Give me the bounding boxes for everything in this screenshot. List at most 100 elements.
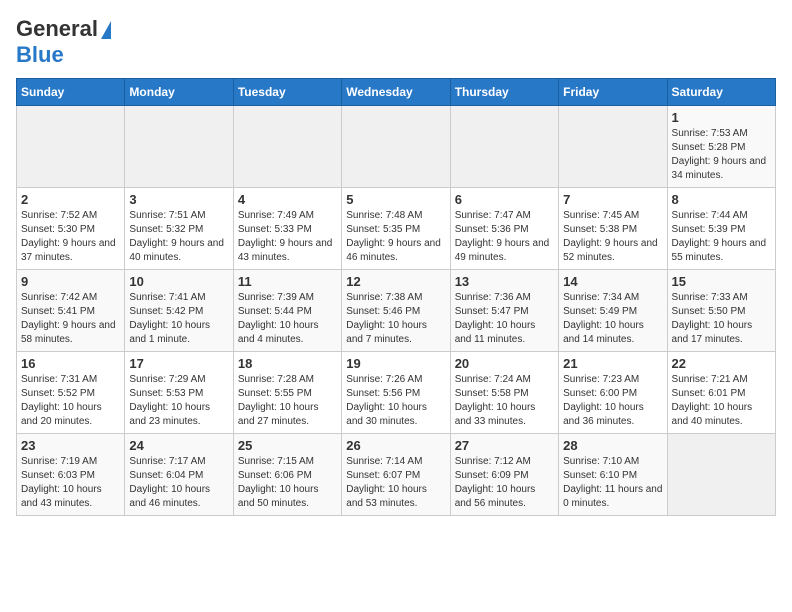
- calendar-day-cell: [125, 106, 233, 188]
- day-info: Sunrise: 7:33 AM Sunset: 5:50 PM Dayligh…: [672, 291, 771, 347]
- day-number: 24: [129, 438, 228, 453]
- calendar-day-cell: [233, 106, 341, 188]
- day-number: 5: [346, 192, 445, 207]
- weekday-header: Friday: [559, 79, 667, 106]
- calendar-day-cell: 3 Sunrise: 7:51 AM Sunset: 5:32 PM Daylig…: [125, 188, 233, 270]
- calendar-body: 1 Sunrise: 7:53 AM Sunset: 5:28 PM Daylig…: [17, 106, 776, 516]
- calendar-day-cell: 8 Sunrise: 7:44 AM Sunset: 5:39 PM Daylig…: [667, 188, 775, 270]
- calendar-day-cell: 15 Sunrise: 7:33 AM Sunset: 5:50 PM Dayli…: [667, 270, 775, 352]
- calendar-table: SundayMondayTuesdayWednesdayThursdayFrid…: [16, 78, 776, 516]
- day-info: Sunrise: 7:38 AM Sunset: 5:46 PM Dayligh…: [346, 291, 445, 347]
- day-info: Sunrise: 7:52 AM Sunset: 5:30 PM Dayligh…: [21, 209, 120, 265]
- calendar-day-cell: 6 Sunrise: 7:47 AM Sunset: 5:36 PM Daylig…: [450, 188, 558, 270]
- weekday-header: Thursday: [450, 79, 558, 106]
- page-header: General Blue: [16, 16, 776, 68]
- day-info: Sunrise: 7:47 AM Sunset: 5:36 PM Dayligh…: [455, 209, 554, 265]
- calendar-day-cell: 2Sunrise: 7:52 AM Sunset: 5:30 PM Daylig…: [17, 188, 125, 270]
- day-number: 17: [129, 356, 228, 371]
- day-info: Sunrise: 7:31 AM Sunset: 5:52 PM Dayligh…: [21, 373, 120, 429]
- calendar-day-cell: 14 Sunrise: 7:34 AM Sunset: 5:49 PM Dayli…: [559, 270, 667, 352]
- day-info: Sunrise: 7:14 AM Sunset: 6:07 PM Dayligh…: [346, 455, 445, 511]
- calendar-day-cell: 12 Sunrise: 7:38 AM Sunset: 5:46 PM Dayli…: [342, 270, 450, 352]
- calendar-week-row: 1 Sunrise: 7:53 AM Sunset: 5:28 PM Daylig…: [17, 106, 776, 188]
- calendar-day-cell: 4Sunrise: 7:49 AM Sunset: 5:33 PM Daylig…: [233, 188, 341, 270]
- calendar-day-cell: 5 Sunrise: 7:48 AM Sunset: 5:35 PM Daylig…: [342, 188, 450, 270]
- calendar-day-cell: 20 Sunrise: 7:24 AM Sunset: 5:58 PM Dayli…: [450, 352, 558, 434]
- calendar-day-cell: [667, 434, 775, 516]
- day-number: 1: [672, 110, 771, 125]
- calendar-day-cell: 17 Sunrise: 7:29 AM Sunset: 5:53 PM Dayli…: [125, 352, 233, 434]
- calendar-header: SundayMondayTuesdayWednesdayThursdayFrid…: [17, 79, 776, 106]
- logo: General Blue: [16, 16, 111, 68]
- day-number: 25: [238, 438, 337, 453]
- day-info: Sunrise: 7:53 AM Sunset: 5:28 PM Dayligh…: [672, 127, 771, 183]
- calendar-day-cell: 23Sunrise: 7:19 AM Sunset: 6:03 PM Dayli…: [17, 434, 125, 516]
- day-number: 21: [563, 356, 662, 371]
- day-info: Sunrise: 7:45 AM Sunset: 5:38 PM Dayligh…: [563, 209, 662, 265]
- day-info: Sunrise: 7:10 AM Sunset: 6:10 PM Dayligh…: [563, 455, 662, 511]
- day-info: Sunrise: 7:28 AM Sunset: 5:55 PM Dayligh…: [238, 373, 337, 429]
- day-info: Sunrise: 7:23 AM Sunset: 6:00 PM Dayligh…: [563, 373, 662, 429]
- calendar-day-cell: [17, 106, 125, 188]
- day-number: 22: [672, 356, 771, 371]
- calendar-day-cell: 26Sunrise: 7:14 AM Sunset: 6:07 PM Dayli…: [342, 434, 450, 516]
- day-info: Sunrise: 7:21 AM Sunset: 6:01 PM Dayligh…: [672, 373, 771, 429]
- logo-blue: Blue: [16, 42, 64, 67]
- day-number: 27: [455, 438, 554, 453]
- day-number: 20: [455, 356, 554, 371]
- calendar-day-cell: 19 Sunrise: 7:26 AM Sunset: 5:56 PM Dayli…: [342, 352, 450, 434]
- calendar-week-row: 23Sunrise: 7:19 AM Sunset: 6:03 PM Dayli…: [17, 434, 776, 516]
- day-number: 19: [346, 356, 445, 371]
- day-info: Sunrise: 7:19 AM Sunset: 6:03 PM Dayligh…: [21, 455, 120, 511]
- calendar-day-cell: 9 Sunrise: 7:42 AM Sunset: 5:41 PM Daylig…: [17, 270, 125, 352]
- weekday-header: Monday: [125, 79, 233, 106]
- day-info: Sunrise: 7:44 AM Sunset: 5:39 PM Dayligh…: [672, 209, 771, 265]
- day-number: 18: [238, 356, 337, 371]
- day-info: Sunrise: 7:42 AM Sunset: 5:41 PM Dayligh…: [21, 291, 120, 347]
- day-number: 14: [563, 274, 662, 289]
- calendar-day-cell: 28 Sunrise: 7:10 AM Sunset: 6:10 PM Dayli…: [559, 434, 667, 516]
- logo-general: General: [16, 16, 98, 42]
- day-info: Sunrise: 7:49 AM Sunset: 5:33 PM Dayligh…: [238, 209, 337, 265]
- day-number: 3: [129, 192, 228, 207]
- day-info: Sunrise: 7:29 AM Sunset: 5:53 PM Dayligh…: [129, 373, 228, 429]
- calendar-day-cell: [342, 106, 450, 188]
- day-number: 9: [21, 274, 120, 289]
- day-info: Sunrise: 7:51 AM Sunset: 5:32 PM Dayligh…: [129, 209, 228, 265]
- day-number: 8: [672, 192, 771, 207]
- day-info: Sunrise: 7:17 AM Sunset: 6:04 PM Dayligh…: [129, 455, 228, 511]
- day-number: 12: [346, 274, 445, 289]
- calendar-day-cell: 27Sunrise: 7:12 AM Sunset: 6:09 PM Dayli…: [450, 434, 558, 516]
- calendar-day-cell: [450, 106, 558, 188]
- weekday-header: Tuesday: [233, 79, 341, 106]
- weekday-header: Sunday: [17, 79, 125, 106]
- calendar-day-cell: [559, 106, 667, 188]
- calendar-day-cell: 10 Sunrise: 7:41 AM Sunset: 5:42 PM Dayli…: [125, 270, 233, 352]
- day-info: Sunrise: 7:26 AM Sunset: 5:56 PM Dayligh…: [346, 373, 445, 429]
- weekday-row: SundayMondayTuesdayWednesdayThursdayFrid…: [17, 79, 776, 106]
- day-number: 15: [672, 274, 771, 289]
- day-number: 10: [129, 274, 228, 289]
- day-info: Sunrise: 7:34 AM Sunset: 5:49 PM Dayligh…: [563, 291, 662, 347]
- calendar-day-cell: 11 Sunrise: 7:39 AM Sunset: 5:44 PM Dayli…: [233, 270, 341, 352]
- day-info: Sunrise: 7:24 AM Sunset: 5:58 PM Dayligh…: [455, 373, 554, 429]
- day-info: Sunrise: 7:41 AM Sunset: 5:42 PM Dayligh…: [129, 291, 228, 347]
- day-number: 28: [563, 438, 662, 453]
- weekday-header: Wednesday: [342, 79, 450, 106]
- day-number: 7: [563, 192, 662, 207]
- calendar-day-cell: 7 Sunrise: 7:45 AM Sunset: 5:38 PM Daylig…: [559, 188, 667, 270]
- day-info: Sunrise: 7:48 AM Sunset: 5:35 PM Dayligh…: [346, 209, 445, 265]
- calendar-week-row: 9 Sunrise: 7:42 AM Sunset: 5:41 PM Daylig…: [17, 270, 776, 352]
- day-info: Sunrise: 7:39 AM Sunset: 5:44 PM Dayligh…: [238, 291, 337, 347]
- day-number: 11: [238, 274, 337, 289]
- calendar-day-cell: 13 Sunrise: 7:36 AM Sunset: 5:47 PM Dayli…: [450, 270, 558, 352]
- logo-triangle-icon: [101, 21, 111, 39]
- day-number: 16: [21, 356, 120, 371]
- day-info: Sunrise: 7:36 AM Sunset: 5:47 PM Dayligh…: [455, 291, 554, 347]
- day-number: 13: [455, 274, 554, 289]
- day-number: 6: [455, 192, 554, 207]
- calendar-day-cell: 1 Sunrise: 7:53 AM Sunset: 5:28 PM Daylig…: [667, 106, 775, 188]
- calendar-day-cell: 25Sunrise: 7:15 AM Sunset: 6:06 PM Dayli…: [233, 434, 341, 516]
- calendar-week-row: 16 Sunrise: 7:31 AM Sunset: 5:52 PM Dayli…: [17, 352, 776, 434]
- calendar-day-cell: 16 Sunrise: 7:31 AM Sunset: 5:52 PM Dayli…: [17, 352, 125, 434]
